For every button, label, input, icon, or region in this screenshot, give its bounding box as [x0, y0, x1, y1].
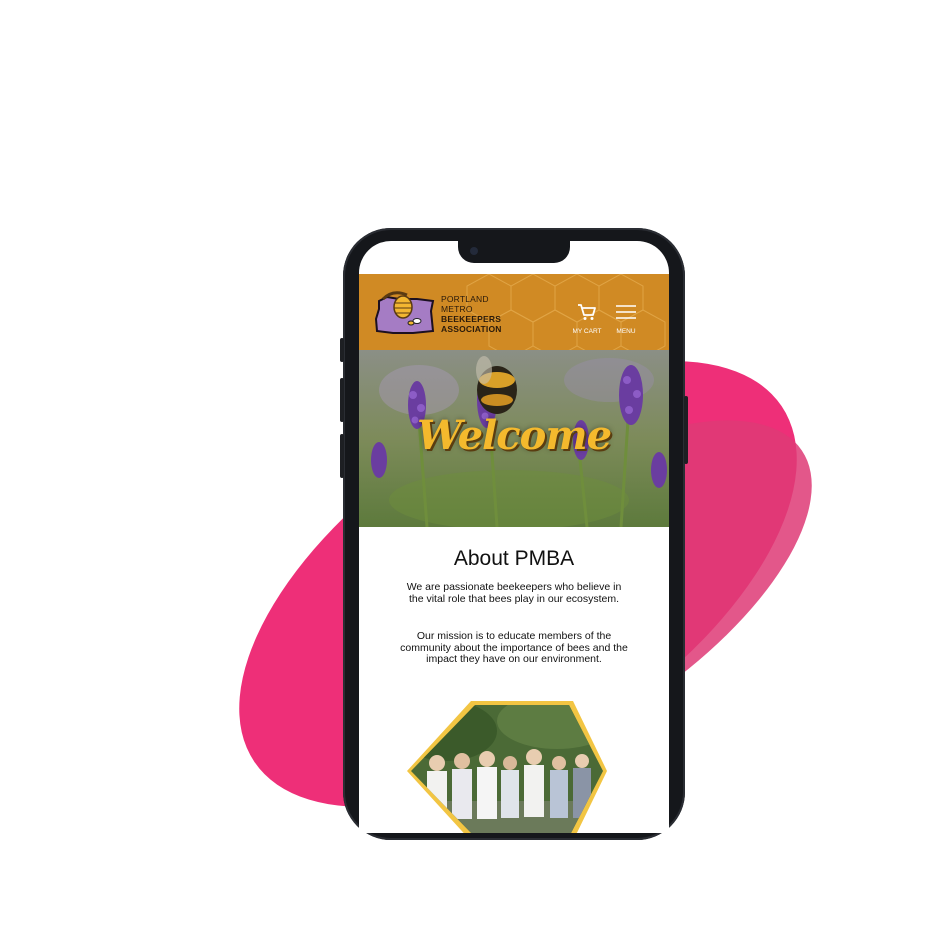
oregon-logo-icon: [374, 291, 435, 334]
logo-line-3: BEEKEEPERS: [441, 314, 502, 324]
logo-line-4: ASSOCIATION: [441, 324, 502, 334]
phone-volume-up-button: [340, 378, 344, 422]
phone-notch: [458, 241, 570, 263]
cart-label: MY CART: [572, 328, 602, 335]
site-header: PORTLAND METRO BEEKEEPERS ASSOCIATION MY…: [359, 274, 669, 350]
welcome-heading: Welcome: [416, 412, 612, 459]
members-group-photo: [407, 701, 607, 833]
phone-side-button: [340, 338, 344, 362]
logo-line-2: METRO: [441, 304, 473, 314]
phone-screen: PORTLAND METRO BEEKEEPERS ASSOCIATION MY…: [359, 241, 669, 833]
hero-banner: Welcome: [359, 350, 669, 527]
hamburger-menu-icon: [616, 305, 636, 319]
logo-wordmark[interactable]: PORTLAND METRO BEEKEEPERS ASSOCIATION: [441, 294, 502, 334]
about-paragraph-1: We are passionate beekeepers who believe…: [406, 581, 622, 605]
about-paragraph-2: Our mission is to educate members of the…: [400, 630, 628, 665]
cart-button[interactable]: MY CART: [567, 303, 607, 335]
logo-line-1: PORTLAND: [441, 294, 489, 304]
phone-volume-down-button: [340, 434, 344, 478]
camera-icon: [470, 247, 478, 255]
phone-power-button: [684, 396, 688, 464]
menu-label: MENU: [616, 328, 636, 335]
cart-icon: [578, 304, 596, 320]
menu-button[interactable]: MENU: [611, 303, 641, 335]
about-title: About PMBA: [453, 547, 575, 570]
